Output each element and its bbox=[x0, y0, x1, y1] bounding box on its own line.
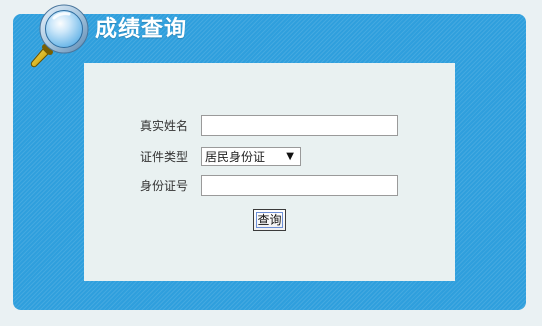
id-number-input[interactable] bbox=[201, 175, 398, 196]
id-type-selected-value: 居民身份证 bbox=[205, 150, 266, 164]
id-type-select[interactable]: 居民身份证 ▼ bbox=[201, 147, 301, 166]
query-button-label: 查询 bbox=[257, 213, 282, 227]
page-title: 成绩查询 bbox=[95, 17, 188, 42]
real-name-label: 真实姓名 bbox=[140, 119, 189, 133]
real-name-input[interactable] bbox=[201, 115, 398, 136]
form-card bbox=[84, 63, 455, 281]
id-type-label: 证件类型 bbox=[140, 150, 189, 164]
id-number-label: 身份证号 bbox=[140, 179, 189, 193]
query-button[interactable]: 查询 bbox=[253, 209, 286, 231]
dropdown-arrow-icon: ▼ bbox=[286, 151, 294, 162]
